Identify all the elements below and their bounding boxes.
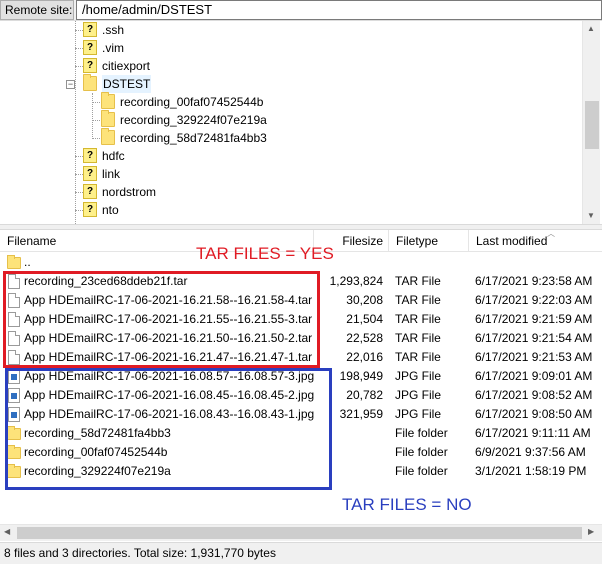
tree-item-label: citiexport (102, 59, 151, 73)
remote-site-bar: Remote site: /home/admin/DSTEST (0, 0, 602, 21)
question-folder-icon: ? (83, 40, 97, 55)
file-type: TAR File (395, 312, 441, 326)
file-type: File folder (395, 464, 448, 478)
question-folder-icon: ? (83, 166, 97, 181)
tree-item-label: DSTEST (102, 75, 152, 93)
remote-site-label: Remote site: (0, 0, 74, 20)
file-list-horizontal-scrollbar[interactable]: ◀ ▶ (0, 524, 602, 541)
question-folder-icon: ? (83, 202, 97, 217)
file-modified: 6/17/2021 9:11:11 AM (475, 426, 591, 440)
tree-item-label: recording_329224f07e219a (120, 113, 267, 127)
file-modified: 6/17/2021 9:23:58 AM (475, 274, 593, 288)
annotation-tar-yes: TAR FILES = YES (196, 244, 334, 263)
directory-tree[interactable]: ? .ssh ? .vim ? citiexport − DSTEST reco… (0, 21, 602, 224)
file-size: 22,528 (346, 331, 383, 345)
file-modified: 6/17/2021 9:08:50 AM (475, 407, 593, 421)
file-modified: 6/9/2021 9:37:56 AM (475, 445, 586, 459)
remote-path-input[interactable]: /home/admin/DSTEST (76, 0, 602, 20)
scroll-left-icon[interactable]: ◀ (4, 527, 10, 536)
scroll-up-icon[interactable]: ▲ (587, 24, 595, 33)
file-modified: 6/17/2021 9:22:03 AM (475, 293, 593, 307)
folder-icon (7, 255, 21, 269)
question-folder-icon: ? (83, 148, 97, 163)
tree-item-label: recording_00faf07452544b (120, 95, 264, 109)
file-size: 1,293,824 (329, 274, 383, 288)
scroll-down-icon[interactable]: ▼ (587, 211, 595, 220)
tree-vertical-scrollbar[interactable]: ▲ ▼ (582, 21, 600, 224)
annotation-tar-no: TAR FILES = NO (342, 495, 472, 514)
tree-item-label: hdfc (102, 149, 125, 163)
file-modified: 3/1/2021 1:58:19 PM (475, 464, 587, 478)
file-modified: 6/17/2021 9:21:53 AM (475, 350, 593, 364)
tree-item-label: link (102, 167, 121, 181)
collapse-expander-icon[interactable]: − (66, 80, 75, 89)
folder-icon (101, 128, 115, 145)
file-modified: 6/17/2021 9:21:54 AM (475, 331, 593, 345)
tree-item-label: recording_58d72481fa4bb3 (120, 131, 267, 145)
tree-item-label: .vim (102, 41, 124, 55)
question-folder-icon: ? (83, 58, 97, 73)
sort-indicator-icon: ︿ (547, 230, 555, 238)
file-modified: 6/17/2021 9:09:01 AM (475, 369, 593, 383)
file-size: 22,016 (346, 350, 383, 364)
file-modified: 6/17/2021 9:21:59 AM (475, 312, 593, 326)
tree-item-label: nto (102, 203, 119, 217)
folder-icon (101, 110, 115, 127)
file-modified: 6/17/2021 9:08:52 AM (475, 388, 593, 402)
tree-item-label: nordstrom (102, 185, 157, 199)
file-type: File folder (395, 445, 448, 459)
file-type: JPG File (395, 388, 442, 402)
question-folder-icon: ? (83, 184, 97, 199)
horizontal-scroll-thumb[interactable] (17, 527, 582, 539)
file-type: TAR File (395, 350, 441, 364)
file-type: JPG File (395, 407, 442, 421)
tree-scroll-thumb[interactable] (585, 101, 599, 149)
file-type: File folder (395, 426, 448, 440)
scroll-right-icon[interactable]: ▶ (588, 527, 594, 536)
file-type: TAR File (395, 331, 441, 345)
question-folder-icon: ? (83, 22, 97, 37)
file-type: JPG File (395, 369, 442, 383)
folder-icon (83, 74, 97, 91)
file-type: TAR File (395, 293, 441, 307)
annotation-red-box (3, 271, 320, 368)
column-header-filetype[interactable]: Filetype (389, 230, 469, 252)
folder-icon (101, 92, 115, 109)
file-size: 30,208 (346, 293, 383, 307)
file-type: TAR File (395, 274, 441, 288)
status-bar: 8 files and 3 directories. Total size: 1… (0, 542, 602, 564)
annotation-blue-box (5, 368, 332, 490)
column-header-last-modified[interactable]: Last modified (469, 230, 602, 252)
tree-item-label: .ssh (102, 23, 125, 37)
file-size: 21,504 (346, 312, 383, 326)
